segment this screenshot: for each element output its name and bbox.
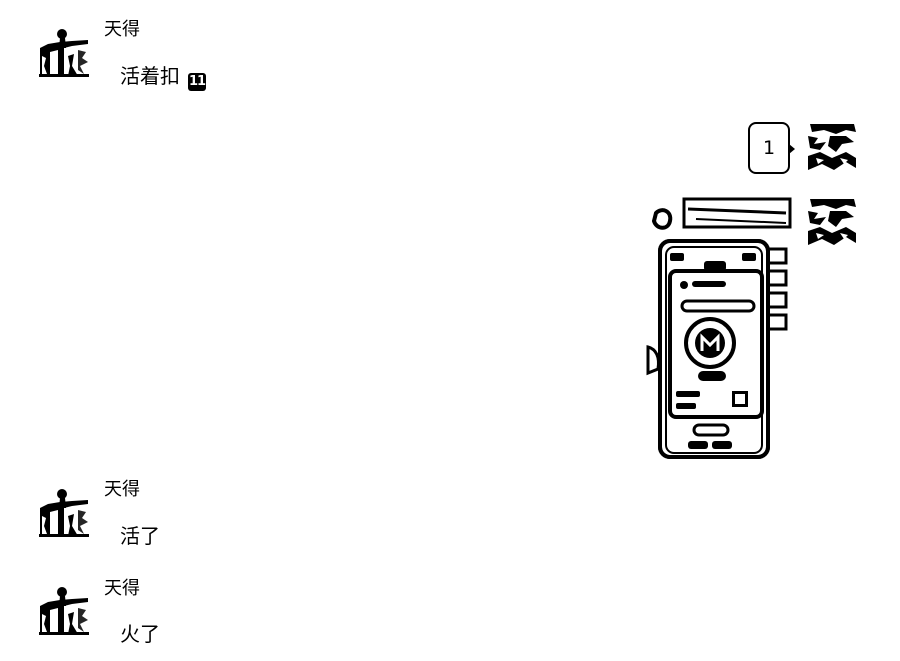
contact-avatar[interactable]: [38, 486, 90, 538]
message-bubble[interactable]: 1: [748, 122, 790, 174]
landscape-avatar-icon: [806, 122, 858, 174]
message-text[interactable]: 活着扣 11: [120, 64, 206, 91]
figure-avatar-icon: [39, 27, 89, 77]
message-text-content: 活着扣: [120, 64, 180, 88]
landscape-avatar-icon: [806, 197, 858, 249]
contact-avatar[interactable]: [38, 26, 90, 78]
emoji-11-icon: 11: [188, 73, 206, 91]
sender-name: 天得: [104, 578, 140, 599]
message-text[interactable]: 火了: [120, 622, 160, 646]
sender-name: 天得: [104, 19, 140, 40]
figure-avatar-icon: [39, 585, 89, 635]
sender-name: 天得: [104, 479, 140, 500]
message-text[interactable]: 活了: [120, 524, 160, 548]
photo-remote-control: [646, 197, 792, 459]
figure-avatar-icon: [39, 487, 89, 537]
bubble-tail: [789, 144, 795, 154]
contact-avatar[interactable]: [38, 584, 90, 636]
self-avatar[interactable]: [806, 122, 858, 174]
self-avatar[interactable]: [806, 197, 858, 249]
image-message[interactable]: [646, 197, 792, 459]
